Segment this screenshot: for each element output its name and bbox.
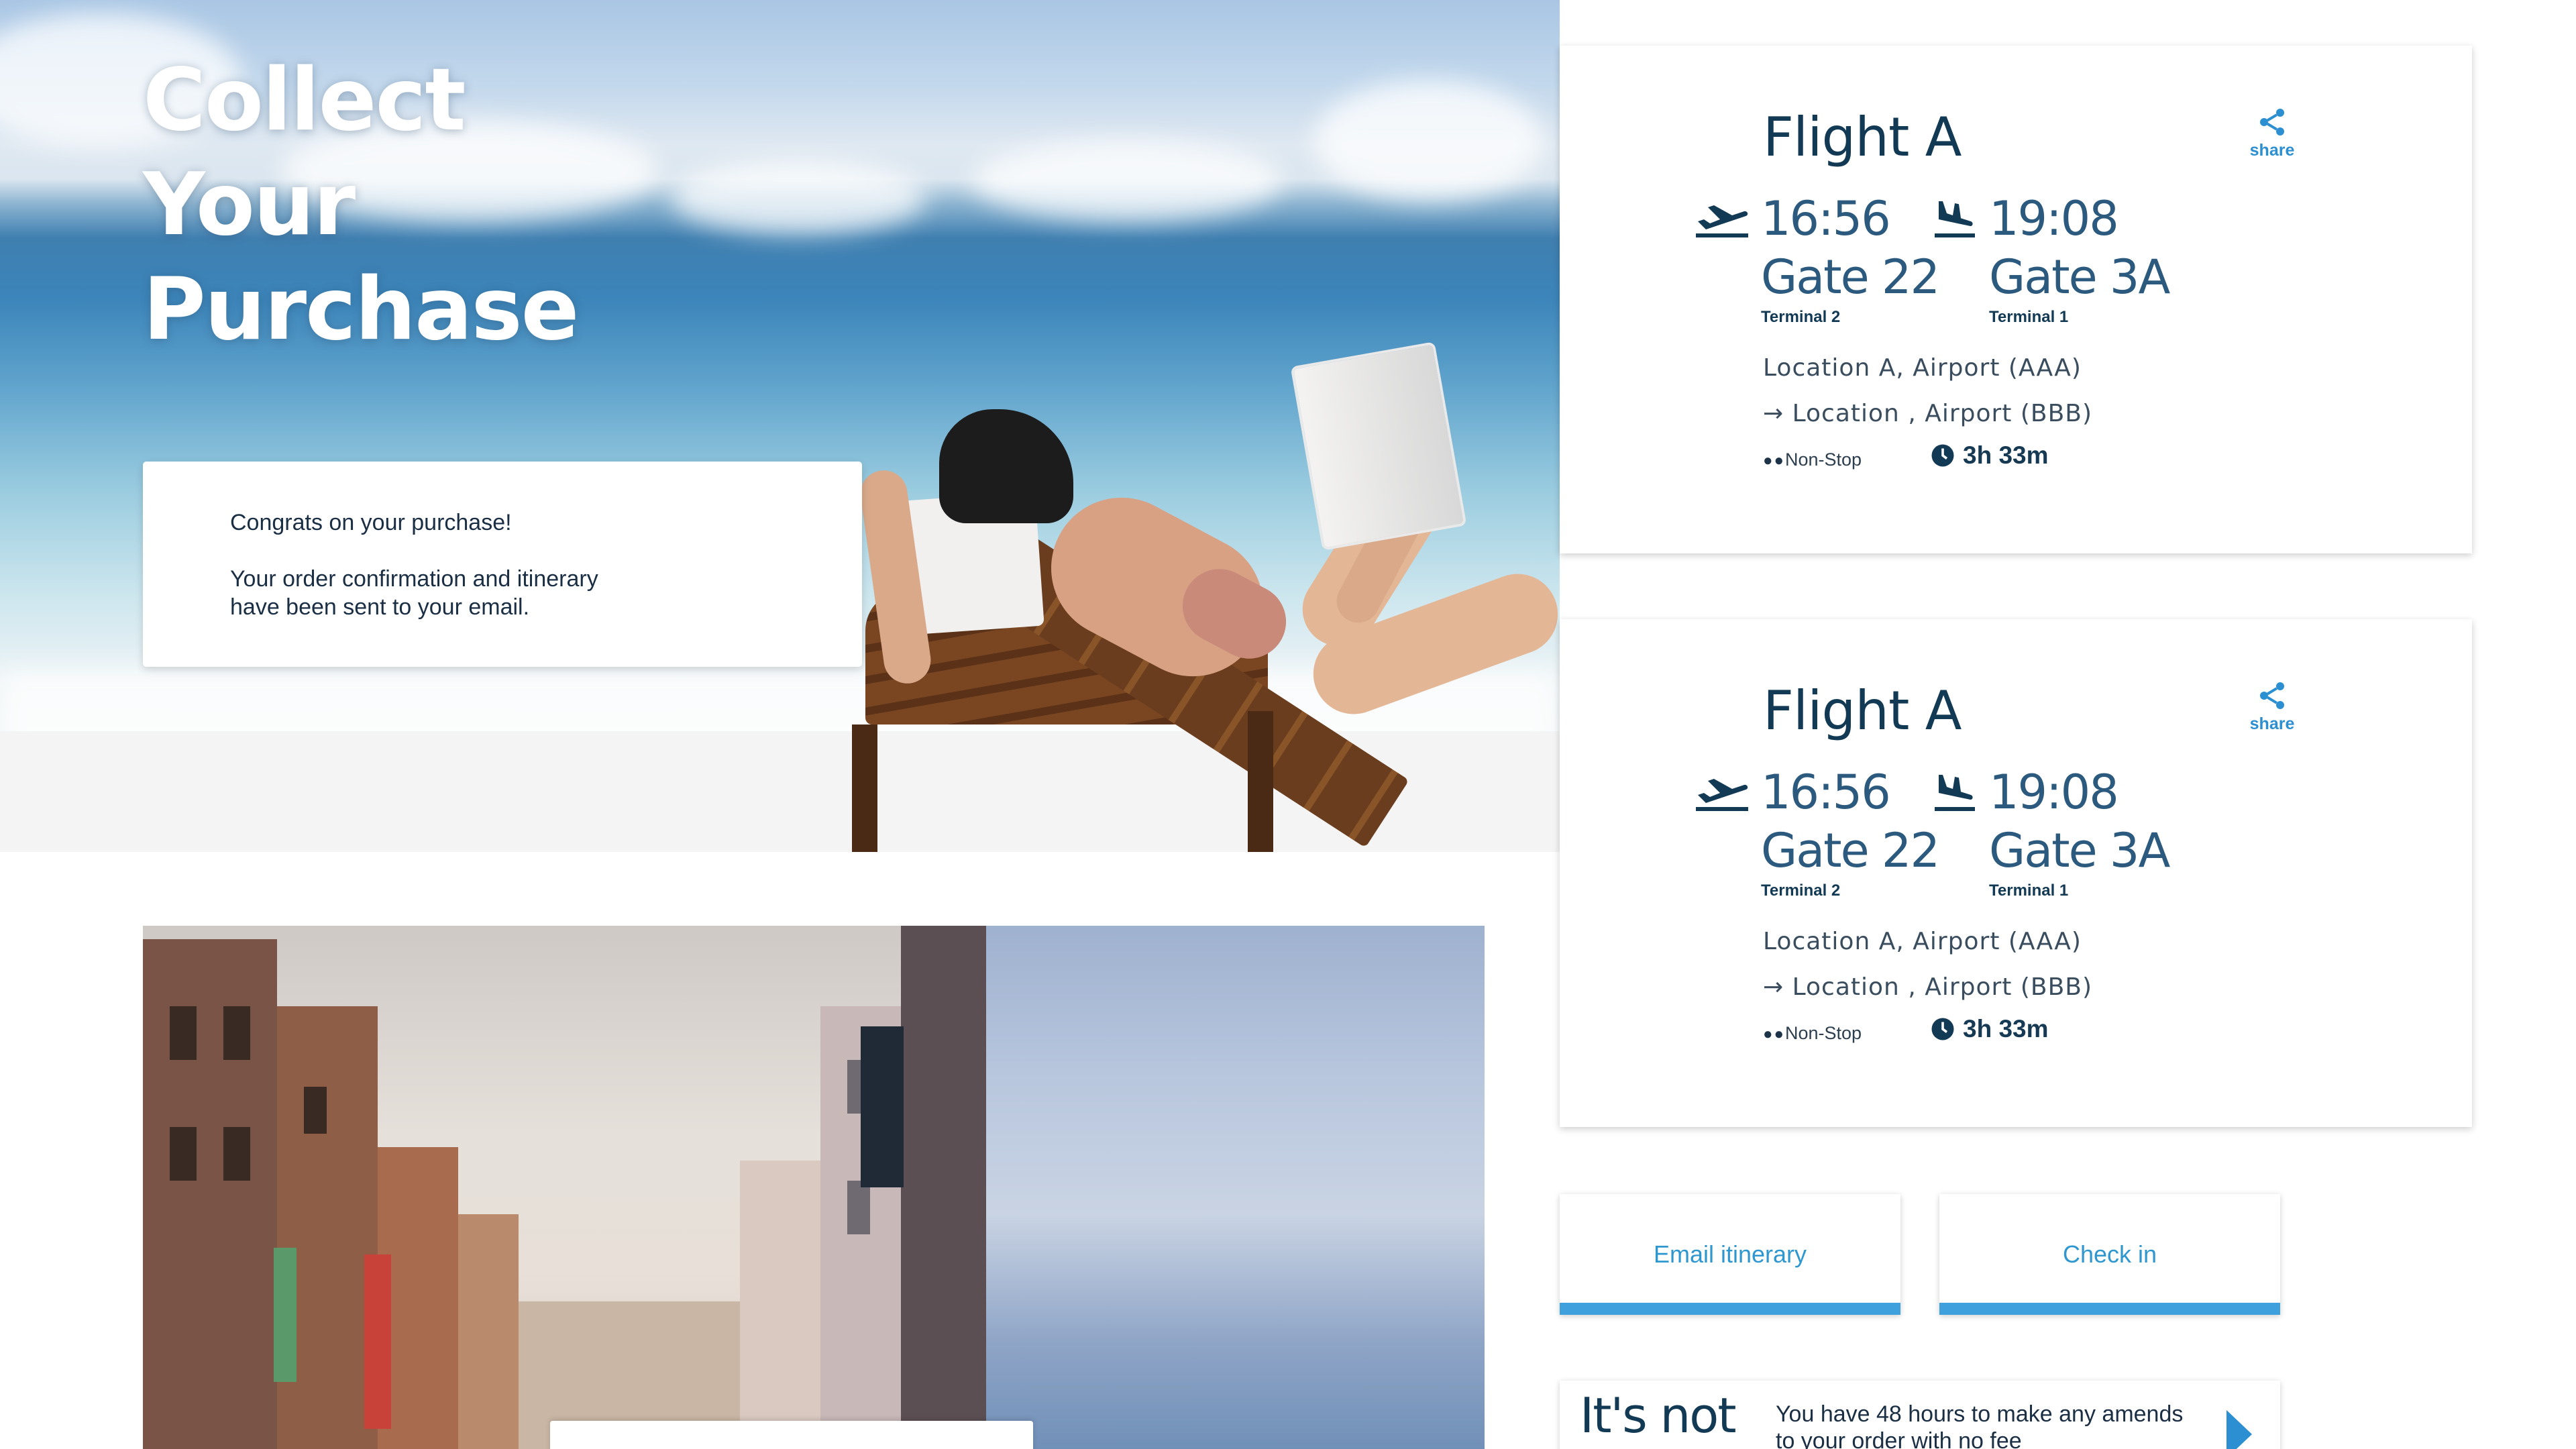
- title-line: Collect: [143, 50, 466, 150]
- arrival-info: 19:08 Gate 3A Terminal 1: [1989, 190, 2170, 327]
- flight-duration: 3h 33m: [1931, 441, 2049, 470]
- clock-icon: [1931, 1018, 1954, 1040]
- page-title: Collect Your Purchase: [143, 48, 612, 362]
- building: [901, 926, 986, 1449]
- window: [170, 1127, 197, 1181]
- flight-name: Flight A: [1763, 106, 1962, 168]
- destination-location: → Location , Airport (BBB): [1763, 973, 2093, 1001]
- notice-title: It's not: [1580, 1387, 1737, 1444]
- amend-notice-card[interactable]: It's not You have 48 hours to make any a…: [1560, 1381, 2280, 1449]
- flight-name: Flight A: [1763, 680, 1962, 742]
- window: [223, 1006, 250, 1060]
- arrival-time: 19:08: [1989, 765, 2119, 820]
- duration-value: 3h 33m: [1963, 1015, 2049, 1042]
- origin-location: Location A, Airport (AAA): [1763, 354, 2082, 382]
- stops-info: ●●Non-Stop: [1763, 449, 1862, 470]
- shop-sign: [861, 1026, 904, 1187]
- arrival-time: 19:08: [1989, 191, 2119, 246]
- window: [170, 1006, 197, 1060]
- share-label: share: [2249, 141, 2295, 160]
- clock-icon: [1931, 444, 1954, 467]
- departure-time: 16:56: [1761, 765, 1891, 820]
- departure-terminal: Terminal 2: [1761, 308, 1841, 326]
- city-caption-card: [550, 1421, 1033, 1449]
- departure-gate: Gate 22: [1761, 823, 1940, 878]
- chair-leg: [852, 724, 877, 852]
- city-street-image: [143, 926, 1485, 1449]
- chevron-right-icon[interactable]: [2224, 1407, 2255, 1449]
- departure-time: 16:56: [1761, 191, 1891, 246]
- arrival-info: 19:08 Gate 3A Terminal 1: [1989, 763, 2170, 900]
- plane-takeoff-icon: [1696, 779, 1748, 811]
- title-line: Purchase: [143, 260, 579, 360]
- cloud: [671, 161, 926, 235]
- chair-leg: [1248, 711, 1273, 852]
- confirmation-heading: Congrats on your purchase!: [230, 510, 512, 535]
- window: [304, 1087, 327, 1134]
- stops-dots-icon: ●●: [1763, 451, 1785, 470]
- flight-duration: 3h 33m: [1931, 1015, 2049, 1043]
- person-head: [939, 409, 1073, 523]
- share-icon: [2260, 682, 2284, 709]
- stops-info: ●●Non-Stop: [1763, 1023, 1862, 1044]
- plane-landing-icon: [1935, 201, 1975, 237]
- street-scene: [143, 926, 986, 1449]
- building: [143, 939, 277, 1449]
- plane-takeoff-icon: [1696, 205, 1748, 237]
- shop-sign: [364, 1254, 391, 1429]
- departure-gate: Gate 22: [1761, 250, 1940, 305]
- building: [740, 1161, 820, 1449]
- title-line: Your: [143, 155, 356, 255]
- arrival-terminal: Terminal 1: [1989, 308, 2069, 326]
- departure-terminal: Terminal 2: [1761, 881, 1841, 900]
- arrival-terminal: Terminal 1: [1989, 881, 2069, 900]
- building: [277, 1006, 378, 1449]
- email-itinerary-button[interactable]: Email itinerary: [1560, 1194, 1900, 1315]
- cloud: [1315, 80, 1543, 201]
- share-button[interactable]: share: [2247, 680, 2298, 734]
- book: [1293, 344, 1464, 548]
- stops-dots-icon: ●●: [1763, 1025, 1785, 1043]
- stops-label: Non-Stop: [1785, 1023, 1862, 1043]
- share-label: share: [2249, 714, 2295, 733]
- email-itinerary-label: Email itinerary: [1653, 1240, 1807, 1268]
- flight-card: Flight A share 16:56 Gate 22 Terminal 2 …: [1560, 619, 2472, 1127]
- destination-location: → Location , Airport (BBB): [1763, 400, 2093, 427]
- stops-label: Non-Stop: [1785, 449, 1862, 470]
- arrival-gate: Gate 3A: [1989, 823, 2170, 878]
- plane-landing-icon: [1935, 775, 1975, 811]
- confirmation-message: Your order confirmation and itinerary ha…: [230, 566, 598, 620]
- departure-info: 16:56 Gate 22 Terminal 2: [1761, 763, 1940, 900]
- cloud: [973, 141, 1281, 221]
- check-in-button[interactable]: Check in: [1939, 1194, 2280, 1315]
- building: [458, 1214, 519, 1449]
- arrival-gate: Gate 3A: [1989, 250, 2170, 305]
- duration-value: 3h 33m: [1963, 441, 2049, 469]
- flight-card: Flight A share 16:56 Gate 22 Terminal 2 …: [1560, 46, 2472, 553]
- sky-scene: [986, 926, 1485, 1449]
- notice-text: You have 48 hours to make any amends to …: [1776, 1401, 2184, 1449]
- confirmation-card: Congrats on your purchase! Your order co…: [143, 462, 862, 667]
- share-button[interactable]: share: [2247, 106, 2298, 160]
- share-icon: [2260, 109, 2284, 136]
- window: [847, 1181, 870, 1234]
- shop-sign: [274, 1248, 297, 1382]
- origin-location: Location A, Airport (AAA): [1763, 928, 2082, 955]
- window: [223, 1127, 250, 1181]
- departure-info: 16:56 Gate 22 Terminal 2: [1761, 190, 1940, 327]
- check-in-label: Check in: [2062, 1240, 2157, 1268]
